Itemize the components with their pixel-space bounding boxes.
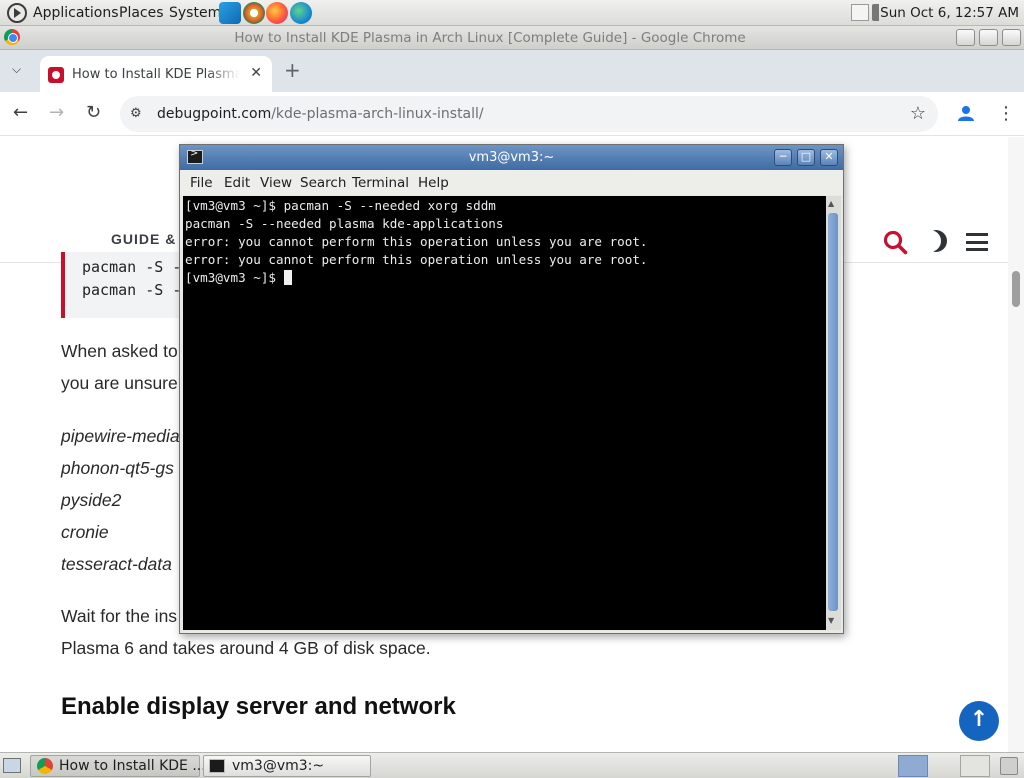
close-icon[interactable]: ✕ bbox=[250, 65, 262, 81]
terminal-line: error: you cannot perform this operation… bbox=[185, 252, 648, 267]
trash-icon[interactable] bbox=[1000, 757, 1018, 775]
site-nav-guides[interactable]: GUIDE & bbox=[111, 231, 176, 247]
site-info-icon[interactable]: ⚙ bbox=[130, 106, 142, 121]
page-scroll-thumb[interactable] bbox=[1012, 271, 1020, 307]
firefox-icon[interactable] bbox=[266, 2, 288, 24]
terminal-minimize-button[interactable]: ─ bbox=[774, 149, 792, 166]
section-heading: Enable display server and network bbox=[61, 693, 456, 720]
show-desktop-icon[interactable] bbox=[3, 758, 21, 773]
task-chrome[interactable]: How to Install KDE ... bbox=[30, 755, 206, 777]
system-menu[interactable]: System bbox=[169, 5, 221, 21]
package-item: pipewire-media bbox=[61, 426, 180, 446]
package-item: pyside2 bbox=[61, 490, 122, 510]
back-to-top-button[interactable]: ↑ bbox=[959, 701, 999, 741]
terminal-line: [vm3@vm3 ~]$ pacman -S --needed xorg sdd… bbox=[185, 198, 496, 213]
hamburger-menu-icon[interactable] bbox=[966, 233, 988, 251]
terminal-prompt: [vm3@vm3 ~]$ bbox=[185, 270, 284, 285]
places-menu[interactable]: Places bbox=[119, 5, 164, 21]
terminal-line: error: you cannot perform this operation… bbox=[185, 234, 648, 249]
chrome-window-title: How to Install KDE Plasma in Arch Linux … bbox=[234, 30, 746, 46]
url-host: debugpoint.com bbox=[157, 106, 272, 122]
back-arrow-icon[interactable]: ← bbox=[13, 102, 28, 123]
minimize-button[interactable] bbox=[956, 29, 975, 46]
menu-file[interactable]: File bbox=[190, 175, 213, 191]
edge-dev-icon[interactable] bbox=[290, 2, 312, 24]
task-label: vm3@vm3:~ bbox=[232, 758, 325, 774]
terminal-titlebar[interactable]: vm3@vm3:~ ─ □ ✕ bbox=[180, 145, 843, 170]
terminal-menubar: File Edit View Search Terminal Help bbox=[180, 170, 843, 195]
menu-view[interactable]: View bbox=[260, 175, 292, 191]
package-item: cronie bbox=[61, 522, 109, 542]
url-text[interactable]: debugpoint.com/kde-plasma-arch-linux-ins… bbox=[157, 106, 484, 122]
clock[interactable]: Sun Oct 6, 12:57 AM bbox=[880, 5, 1019, 21]
tab-label: How to Install KDE Plasma in Arch Linux … bbox=[72, 67, 240, 82]
terminal-screen[interactable]: [vm3@vm3 ~]$ pacman -S --needed xorg sdd… bbox=[183, 196, 826, 630]
workspace-1[interactable] bbox=[898, 755, 928, 777]
paragraph-line: When asked to bbox=[61, 341, 178, 361]
menu-dots-icon[interactable]: ⋮ bbox=[997, 103, 1015, 124]
chevron-down-icon[interactable]: ⌵ bbox=[12, 62, 21, 77]
close-button[interactable] bbox=[1002, 29, 1021, 46]
bookmark-star-icon[interactable]: ☆ bbox=[910, 103, 926, 124]
terminal-cursor bbox=[283, 270, 292, 285]
paragraph-line: Wait for the ins bbox=[61, 606, 178, 626]
task-terminal[interactable]: vm3@vm3:~ bbox=[203, 755, 371, 777]
vscode-icon[interactable] bbox=[219, 2, 241, 24]
terminal-icon bbox=[209, 759, 225, 773]
profile-avatar-icon[interactable] bbox=[957, 104, 975, 122]
paragraph-line: you are unsure, bbox=[61, 373, 183, 393]
terminal-title: vm3@vm3:~ bbox=[468, 150, 555, 165]
workspace-2[interactable] bbox=[960, 755, 990, 777]
network-tray-icon[interactable] bbox=[851, 4, 869, 21]
package-item: tesseract-data bbox=[61, 554, 172, 574]
url-path: /kde-plasma-arch-linux-install/ bbox=[271, 106, 484, 122]
page-scrollbar[interactable] bbox=[1008, 137, 1024, 752]
terminal-line: pacman -S --needed plasma kde-applicatio… bbox=[185, 216, 504, 231]
paragraph-line: Plasma 6 and takes around 4 GB of disk s… bbox=[61, 638, 431, 658]
terminal-maximize-button[interactable]: □ bbox=[797, 149, 815, 166]
chrome-icon bbox=[37, 758, 53, 774]
terminal-close-button[interactable]: ✕ bbox=[820, 149, 838, 166]
search-icon[interactable] bbox=[882, 229, 908, 255]
tab-strip: ⌵ How to Install KDE Plasma in Arch Linu… bbox=[0, 50, 1024, 92]
menu-terminal[interactable]: Terminal bbox=[352, 175, 409, 191]
menu-search[interactable]: Search bbox=[300, 175, 346, 191]
code-line: pacman -S - bbox=[82, 258, 182, 276]
terminal-scroll-thumb[interactable] bbox=[828, 213, 838, 611]
address-bar[interactable]: ⚙ debugpoint.com/kde-plasma-arch-linux-i… bbox=[120, 96, 938, 132]
browser-toolbar: ← → ↻ ⚙ debugpoint.com/kde-plasma-arch-l… bbox=[0, 92, 1024, 214]
maximize-button[interactable] bbox=[979, 29, 998, 46]
new-tab-button[interactable]: + bbox=[284, 58, 301, 82]
site-favicon-icon bbox=[48, 67, 64, 83]
menu-help[interactable]: Help bbox=[418, 175, 449, 191]
task-label: How to Install KDE ... bbox=[59, 758, 206, 774]
terminal-window[interactable]: vm3@vm3:~ ─ □ ✕ File Edit View Search Te… bbox=[179, 144, 844, 634]
terminal-scrollbar[interactable]: ▲ ▼ bbox=[826, 196, 841, 630]
distro-logo-icon[interactable] bbox=[7, 3, 27, 23]
scroll-down-arrow-icon[interactable]: ▼ bbox=[828, 616, 834, 625]
package-item: phonon-qt5-gs bbox=[61, 458, 174, 478]
forward-arrow-icon[interactable]: → bbox=[49, 102, 64, 123]
code-line: pacman -S - bbox=[82, 281, 182, 299]
chrome-titlebar[interactable]: How to Install KDE Plasma in Arch Linux … bbox=[0, 26, 1024, 50]
menu-edit[interactable]: Edit bbox=[224, 175, 250, 191]
tab-active[interactable]: How to Install KDE Plasma in Arch Linux … bbox=[40, 56, 272, 92]
bottom-taskbar: How to Install KDE ... vm3@vm3:~ bbox=[0, 752, 1024, 778]
applications-menu[interactable]: Applications bbox=[33, 5, 119, 21]
reload-icon[interactable]: ↻ bbox=[86, 102, 101, 123]
scroll-up-arrow-icon[interactable]: ▲ bbox=[828, 199, 834, 208]
chrome-dev-icon[interactable] bbox=[243, 2, 265, 24]
dark-mode-moon-icon[interactable] bbox=[925, 230, 947, 252]
top-panel: Applications Places System Sun Oct 6, 12… bbox=[0, 0, 1024, 26]
